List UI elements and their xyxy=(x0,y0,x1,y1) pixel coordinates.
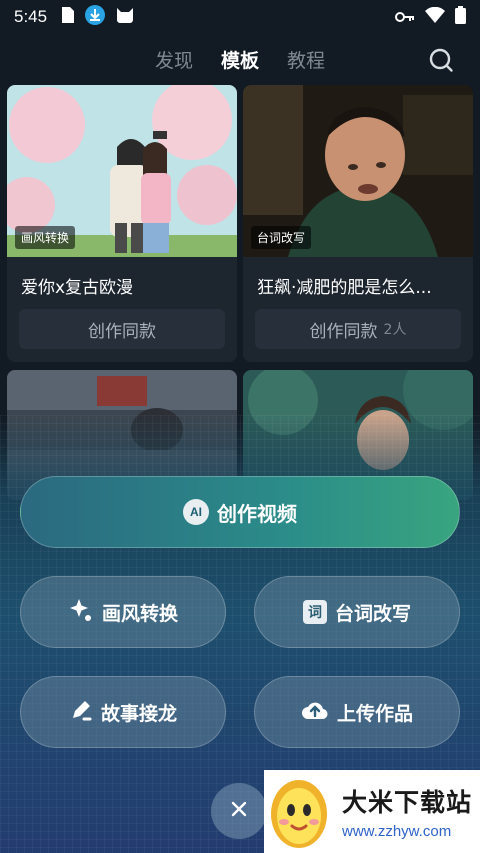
document-icon xyxy=(61,6,75,28)
close-icon xyxy=(230,800,248,822)
close-button[interactable] xyxy=(211,783,267,839)
tab-templates[interactable]: 模板 xyxy=(221,46,259,73)
card-category-badge: 台词改写 xyxy=(251,226,312,249)
story-continue-label: 故事接龙 xyxy=(100,702,177,725)
watermark-url: www.zzhyw.com xyxy=(342,823,452,840)
upload-works-button[interactable]: 上传作品 xyxy=(254,676,460,748)
template-card[interactable]: 台词改写 狂飙·减肥的肥是怎么... 创作同款 2人 xyxy=(243,85,473,362)
key-icon xyxy=(395,8,415,27)
create-same-label: 创作同款 xyxy=(88,321,156,342)
sparkle-icon xyxy=(68,597,94,628)
card-thumbnail: 台词改写 xyxy=(243,85,473,257)
rewrite-icon-glyph: 词 xyxy=(307,605,322,621)
tab-discover[interactable]: 发现 xyxy=(155,46,193,73)
rewrite-icon: 词 xyxy=(302,600,327,624)
rewrite-lines-label: 台词改写 xyxy=(334,602,411,625)
ai-icon: AI xyxy=(183,499,209,525)
style-transfer-button[interactable]: 画风转换 xyxy=(20,576,226,648)
card-title: 狂飙·减肥的肥是怎么... xyxy=(257,278,432,298)
watermark-title: 大米下载站 xyxy=(342,788,473,817)
participant-count: 2人 xyxy=(383,322,407,338)
card-thumbnail: 画风转换 xyxy=(7,85,237,257)
style-transfer-label: 画风转换 xyxy=(101,602,178,625)
cat-icon xyxy=(115,6,135,28)
template-card[interactable]: 画风转换 爱你x复古欧漫 创作同款 xyxy=(7,85,237,362)
card-category-badge: 画风转换 xyxy=(15,226,76,249)
create-same-button[interactable]: 创作同款 2人 xyxy=(255,309,461,349)
create-video-button[interactable]: AI 创作视频 xyxy=(20,476,460,548)
rewrite-lines-button[interactable]: 词 台词改写 xyxy=(254,576,460,648)
create-same-button[interactable]: 创作同款 xyxy=(19,309,225,349)
top-nav: 发现 模板 教程 xyxy=(0,40,480,78)
pen-icon xyxy=(69,698,93,727)
download-icon xyxy=(85,5,106,29)
card-title: 爱你x复古欧漫 xyxy=(21,278,134,298)
watermark-logo xyxy=(271,780,327,848)
watermark: 大米下载站 www.zzhyw.com xyxy=(264,770,480,853)
create-video-label: 创作视频 xyxy=(217,501,297,526)
cloud-upload-icon xyxy=(301,699,329,726)
story-continue-button[interactable]: 故事接龙 xyxy=(20,676,226,748)
create-same-label: 创作同款 xyxy=(309,321,378,342)
status-bar: 5:45 xyxy=(0,0,480,34)
battery-icon xyxy=(455,6,466,28)
upload-works-label: 上传作品 xyxy=(336,702,413,725)
wifi-icon xyxy=(425,6,445,27)
tab-tutorials[interactable]: 教程 xyxy=(287,46,325,73)
search-icon[interactable] xyxy=(428,47,454,73)
status-time: 5:45 xyxy=(14,7,48,26)
